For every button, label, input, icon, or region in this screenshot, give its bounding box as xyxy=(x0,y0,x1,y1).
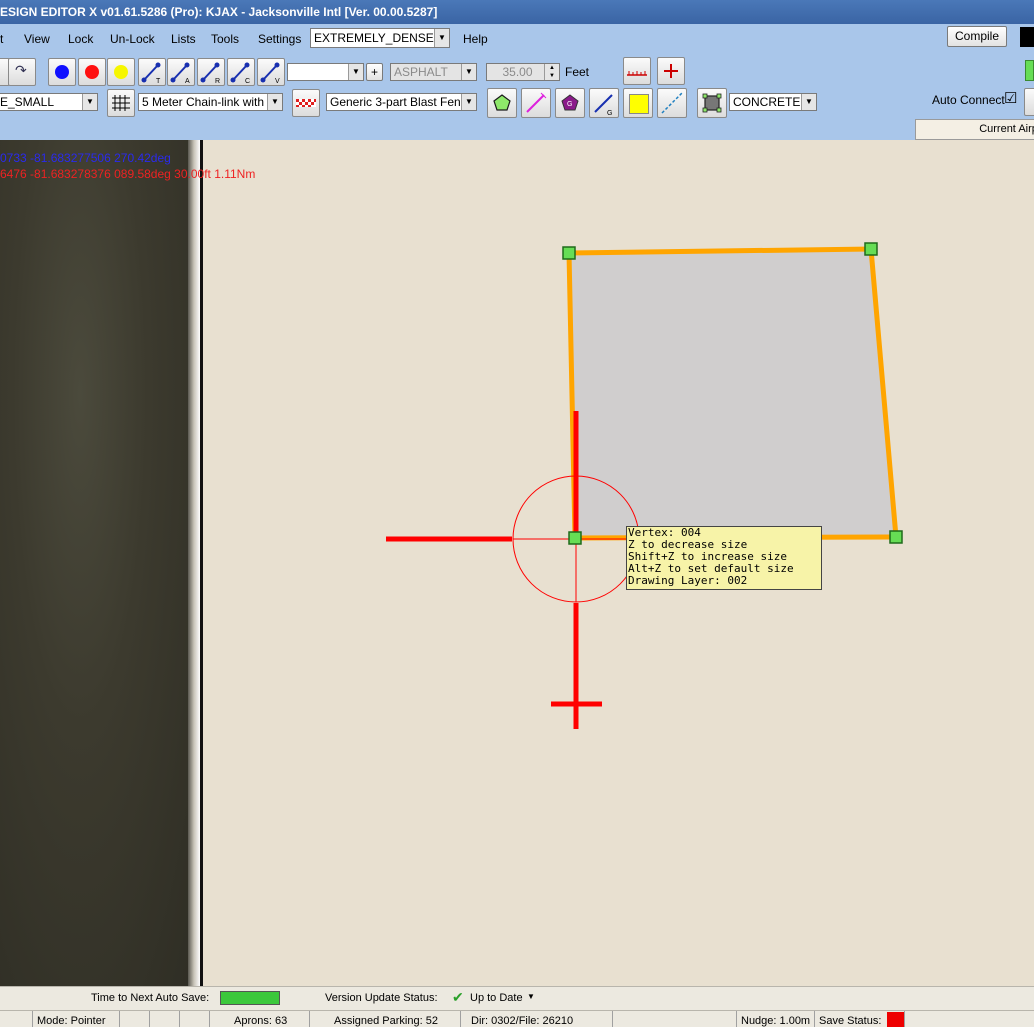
status-mode: Mode: Pointer xyxy=(32,1011,119,1027)
vertex-handle-3[interactable] xyxy=(889,530,903,544)
coord-readout-1: 0733 -81.683277506 270.42deg xyxy=(0,151,171,165)
status-cell-empty xyxy=(612,1011,736,1027)
status-bar-top: Time to Next Auto Save: Version Update S… xyxy=(0,986,1034,1011)
vertex-handle-4[interactable] xyxy=(568,531,582,545)
tooltip-line: Drawing Layer: 002 xyxy=(628,574,748,587)
status-dir-file: Dir: 0302/File: 26210 xyxy=(460,1011,612,1027)
status-cell-empty xyxy=(119,1011,149,1027)
auto-save-progress xyxy=(220,991,280,1005)
vertex-handle-2[interactable] xyxy=(864,242,878,256)
save-status-indicator xyxy=(887,1012,904,1027)
status-aprons: Aprons: 63 xyxy=(209,1011,309,1027)
checkmark-icon: ✔ xyxy=(452,989,464,1005)
vertex-handle-1[interactable] xyxy=(562,246,576,260)
status-cell-empty xyxy=(179,1011,209,1027)
status-nudge: Nudge: 1.00m xyxy=(736,1011,814,1027)
chevron-down-icon[interactable]: ▼ xyxy=(527,992,535,1001)
status-cell-empty xyxy=(904,1011,1034,1027)
auto-save-label: Time to Next Auto Save: xyxy=(91,992,210,1004)
apron-polygon[interactable] xyxy=(566,246,899,541)
vertex-tooltip: Vertex: 004 Z to decrease size Shift+Z t… xyxy=(626,526,822,590)
coord-readout-2: 6476 -81.683278376 089.58deg 30.00ft 1.1… xyxy=(0,167,256,181)
status-parking: Assigned Parking: 52 xyxy=(309,1011,460,1027)
status-save-label: Save Status: xyxy=(819,1015,882,1027)
status-cell-empty xyxy=(149,1011,179,1027)
version-status-value[interactable]: Up to Date xyxy=(470,992,523,1004)
version-status-label: Version Update Status: xyxy=(325,992,438,1004)
status-bar-bottom: Mode: Pointer Aprons: 63 Assigned Parkin… xyxy=(0,1010,1034,1027)
status-cell-empty xyxy=(0,1011,32,1027)
